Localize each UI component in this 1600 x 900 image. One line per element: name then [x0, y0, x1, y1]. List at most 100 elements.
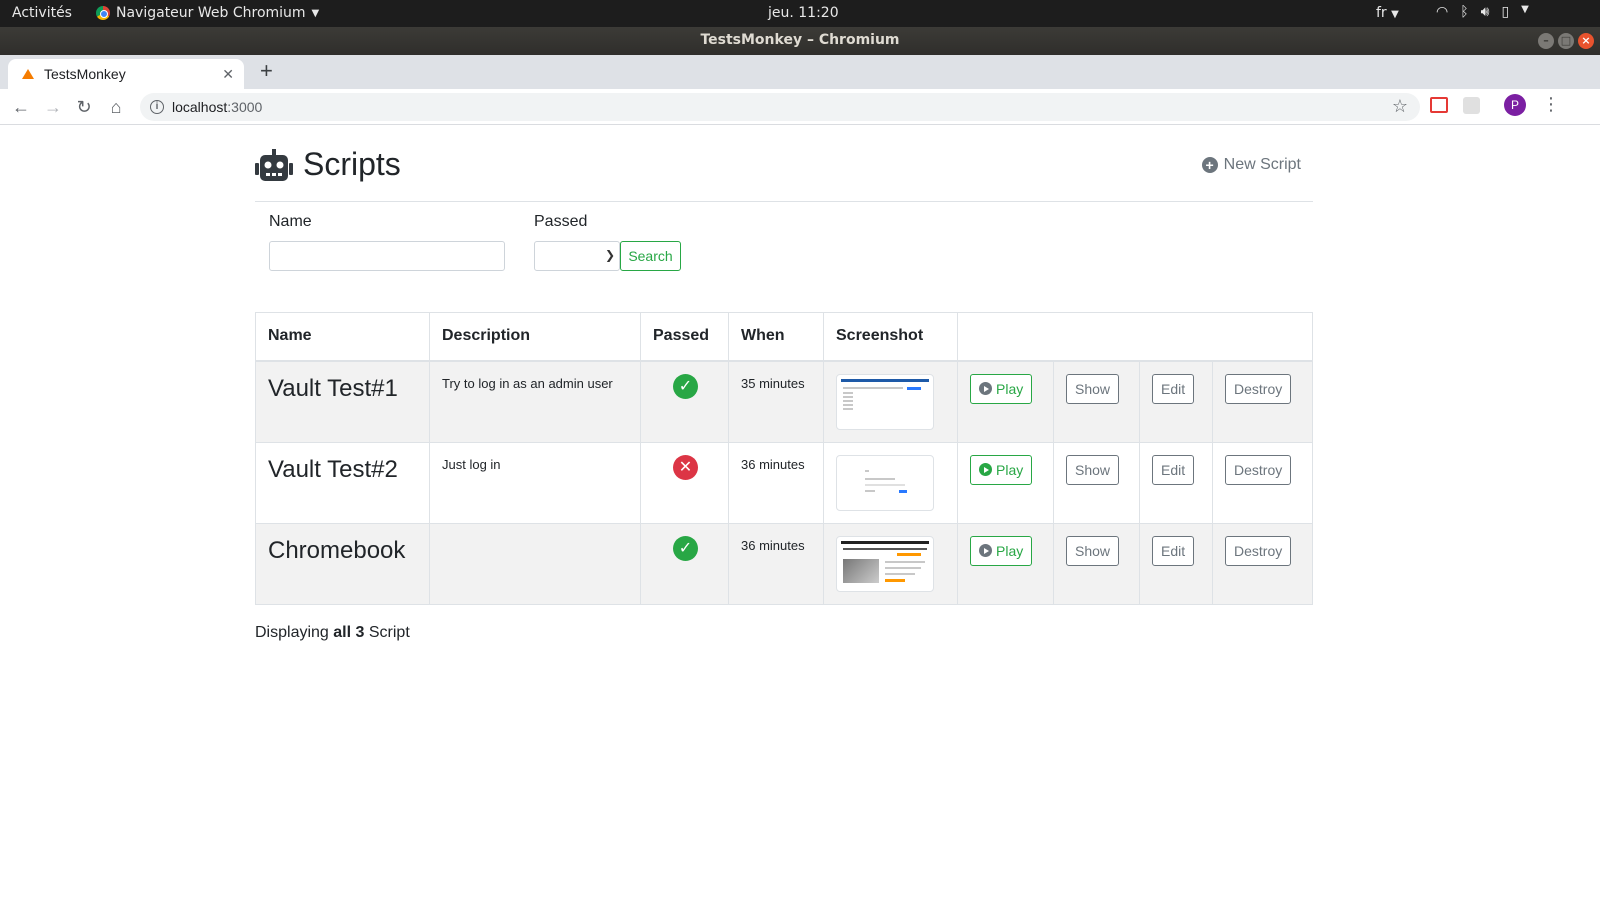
table-row: Vault Test#2 Just log in ✕ 36 minutes Pl…: [255, 441, 1313, 524]
destroy-cell: Destroy: [1212, 522, 1313, 605]
page-title: Scripts: [303, 146, 401, 182]
close-tab-icon[interactable]: ✕: [222, 66, 234, 83]
screenshot-thumbnail[interactable]: [836, 373, 934, 430]
name-filter-input[interactable]: [269, 241, 505, 271]
script-when: 36 minutes: [728, 441, 824, 524]
script-description: Just log in: [429, 441, 641, 524]
show-cell: Show: [1053, 522, 1140, 605]
column-header-when: When: [728, 312, 824, 362]
language-label: fr: [1376, 5, 1387, 21]
clock[interactable]: jeu. 11:20: [768, 5, 839, 21]
play-label: Play: [996, 461, 1024, 478]
screenshot-thumbnail[interactable]: [836, 454, 934, 511]
edit-button[interactable]: Edit: [1152, 454, 1195, 485]
chromium-icon: [96, 6, 110, 20]
passed-filter-select[interactable]: ❯: [534, 241, 620, 271]
show-cell: Show: [1053, 360, 1140, 443]
script-description: [429, 522, 641, 605]
search-button[interactable]: Search: [620, 241, 681, 271]
show-button[interactable]: Show: [1066, 373, 1120, 404]
play-button[interactable]: Play: [970, 454, 1033, 485]
table-row: Chromebook ✓ 36 minutes Play Show Edit D…: [255, 522, 1313, 605]
new-tab-button[interactable]: +: [260, 58, 273, 84]
passed-cell: ✓: [640, 522, 729, 605]
play-cell: Play: [957, 522, 1054, 605]
play-icon: [979, 544, 992, 557]
passed-cell: ✓: [640, 360, 729, 443]
chevron-down-icon: ▼: [1521, 4, 1529, 15]
scripts-table: Name Description Passed When Screenshot …: [255, 312, 1313, 605]
browser-tab[interactable]: TestsMonkey ✕: [8, 59, 244, 89]
column-header-description: Description: [429, 312, 641, 362]
chevron-down-icon: ❯: [604, 248, 615, 262]
edit-button[interactable]: Edit: [1152, 535, 1195, 566]
play-cell: Play: [957, 441, 1054, 524]
window-titlebar: TestsMonkey – Chromium – □ ×: [0, 27, 1600, 55]
column-header-screenshot: Screenshot: [823, 312, 958, 362]
chevron-down-icon: ▼: [311, 7, 320, 19]
play-button[interactable]: Play: [970, 535, 1033, 566]
home-icon[interactable]: ⌂: [104, 95, 128, 119]
info-icon[interactable]: i: [150, 100, 164, 114]
minimize-button[interactable]: –: [1538, 33, 1554, 49]
window-controls: – □ ×: [1538, 33, 1594, 49]
script-description: Try to log in as an admin user: [429, 360, 641, 443]
script-when: 36 minutes: [728, 522, 824, 605]
app-menu[interactable]: Navigateur Web Chromium ▼: [96, 5, 319, 21]
edit-cell: Edit: [1139, 522, 1213, 605]
destroy-button[interactable]: Destroy: [1225, 454, 1292, 485]
extension-icon[interactable]: [1463, 97, 1480, 114]
url-host: localhost: [172, 99, 228, 115]
tab-strip: TestsMonkey ✕: [0, 55, 1600, 89]
destroy-button[interactable]: Destroy: [1225, 535, 1292, 566]
system-menu[interactable]: ◠ ᛒ 🔊︎ ▯ ▼: [1436, 4, 1529, 20]
back-icon[interactable]: ←: [9, 95, 33, 119]
name-filter-label: Name: [269, 213, 312, 230]
column-header-passed: Passed: [640, 312, 729, 362]
plus-circle-icon: +: [1201, 157, 1218, 173]
language-indicator[interactable]: fr ▼: [1376, 5, 1399, 21]
new-script-link[interactable]: + New Script: [1201, 156, 1301, 174]
destroy-cell: Destroy: [1212, 441, 1313, 524]
profile-avatar[interactable]: P: [1504, 94, 1526, 116]
traffic-cone-icon: [22, 69, 34, 79]
screenshot-cell: [823, 441, 958, 524]
address-bar[interactable]: i localhost:3000 ☆: [140, 93, 1420, 121]
play-icon: [979, 463, 992, 476]
close-window-button[interactable]: ×: [1578, 33, 1594, 49]
passed-cell: ✕: [640, 441, 729, 524]
show-button[interactable]: Show: [1066, 454, 1120, 485]
search-form: Name Passed ❯ Search: [255, 202, 1313, 312]
browser-toolbar: ← → ↻ ⌂ i localhost:3000 ☆: [0, 89, 1600, 125]
pagination-prefix: Displaying: [255, 623, 329, 641]
pagination-count: all 3: [333, 623, 365, 641]
robot-icon: [255, 149, 293, 181]
edit-button[interactable]: Edit: [1152, 373, 1195, 404]
window-title: TestsMonkey – Chromium: [700, 32, 900, 48]
show-button[interactable]: Show: [1066, 535, 1120, 566]
forward-icon[interactable]: →: [41, 95, 65, 119]
play-label: Play: [996, 542, 1024, 559]
browser-menu-icon[interactable]: ⋮: [1542, 94, 1560, 115]
reload-icon[interactable]: ↻: [72, 95, 96, 119]
bluetooth-icon: ᛒ: [1460, 4, 1469, 20]
play-button[interactable]: Play: [970, 373, 1033, 404]
screenshot-thumbnail[interactable]: [836, 535, 934, 592]
check-circle-icon: ✓: [673, 373, 698, 399]
screenshot-cell: [823, 522, 958, 605]
battery-icon: ▯: [1501, 4, 1510, 20]
bookmark-star-icon[interactable]: ☆: [1392, 96, 1408, 117]
tab-title: TestsMonkey: [44, 66, 126, 82]
play-icon: [979, 382, 992, 395]
maximize-button[interactable]: □: [1558, 33, 1574, 49]
column-header-actions: [957, 312, 1313, 362]
app-menu-label: Navigateur Web Chromium: [116, 5, 306, 21]
activities-button[interactable]: Activités: [12, 5, 72, 21]
destroy-button[interactable]: Destroy: [1225, 373, 1292, 404]
script-name: Chromebook: [255, 522, 430, 605]
extension-reader-icon[interactable]: [1430, 97, 1448, 113]
script-name: Vault Test#2: [255, 441, 430, 524]
wifi-icon: ◠: [1436, 4, 1449, 20]
screenshot-cell: [823, 360, 958, 443]
chevron-down-icon: ▼: [1391, 9, 1399, 20]
